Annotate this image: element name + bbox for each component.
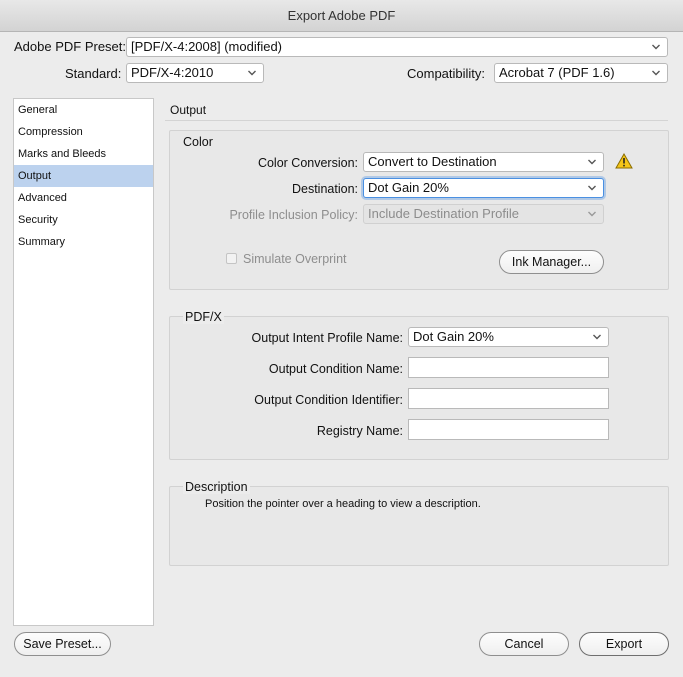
chevron-down-icon bbox=[587, 207, 597, 221]
sidebar-item-security[interactable]: Security bbox=[14, 209, 153, 231]
sidebar-item-compression[interactable]: Compression bbox=[14, 121, 153, 143]
category-sidebar: General Compression Marks and Bleeds Out… bbox=[13, 98, 154, 626]
output-intent-select[interactable]: Dot Gain 20% bbox=[408, 327, 609, 347]
standard-value: PDF/X-4:2010 bbox=[131, 65, 214, 80]
chevron-down-icon bbox=[247, 66, 257, 80]
color-group-title: Color bbox=[183, 135, 213, 149]
sidebar-item-general[interactable]: General bbox=[14, 99, 153, 121]
profile-inclusion-value: Include Destination Profile bbox=[368, 206, 520, 221]
sidebar-item-summary[interactable]: Summary bbox=[14, 231, 153, 253]
export-button[interactable]: Export bbox=[579, 632, 669, 656]
chevron-down-icon bbox=[592, 330, 602, 344]
color-conversion-select[interactable]: Convert to Destination bbox=[363, 152, 604, 172]
profile-inclusion-select[interactable]: Include Destination Profile bbox=[363, 204, 604, 224]
standard-label: Standard: bbox=[65, 66, 122, 81]
output-intent-label: Output Intent Profile Name: bbox=[251, 331, 403, 345]
output-condition-name-field[interactable] bbox=[408, 357, 609, 378]
preset-select[interactable]: [PDF/X-4:2008] (modified) bbox=[126, 37, 668, 57]
preset-label: Adobe PDF Preset: bbox=[14, 39, 126, 54]
section-divider bbox=[165, 120, 668, 121]
output-intent-value: Dot Gain 20% bbox=[413, 329, 494, 344]
sidebar-item-marks-and-bleeds[interactable]: Marks and Bleeds bbox=[14, 143, 153, 165]
export-pdf-dialog: Export Adobe PDF Adobe PDF Preset: [PDF/… bbox=[0, 0, 683, 677]
compatibility-label: Compatibility: bbox=[407, 66, 486, 81]
destination-value: Dot Gain 20% bbox=[368, 180, 449, 195]
warning-icon bbox=[615, 152, 633, 169]
window-title: Export Adobe PDF bbox=[0, 0, 683, 32]
output-condition-name-label: Output Condition Name: bbox=[268, 362, 403, 376]
simulate-overprint-checkbox[interactable] bbox=[226, 253, 237, 264]
registry-name-label: Registry Name: bbox=[316, 424, 403, 438]
simulate-overprint-label: Simulate Overprint bbox=[243, 252, 347, 266]
color-conversion-value: Convert to Destination bbox=[368, 154, 497, 169]
description-text: Position the pointer over a heading to v… bbox=[205, 498, 481, 510]
output-condition-identifier-label: Output Condition Identifier: bbox=[254, 393, 403, 407]
chevron-down-icon bbox=[651, 40, 661, 54]
preset-value: [PDF/X-4:2008] (modified) bbox=[131, 39, 283, 54]
destination-select[interactable]: Dot Gain 20% bbox=[363, 178, 604, 198]
sidebar-item-advanced[interactable]: Advanced bbox=[14, 187, 153, 209]
section-title: Output bbox=[170, 103, 207, 117]
ink-manager-button[interactable]: Ink Manager... bbox=[499, 250, 604, 274]
cancel-button[interactable]: Cancel bbox=[479, 632, 569, 656]
compatibility-select[interactable]: Acrobat 7 (PDF 1.6) bbox=[494, 63, 668, 83]
chevron-down-icon bbox=[587, 181, 597, 195]
chevron-down-icon bbox=[587, 155, 597, 169]
pdfx-group-title: PDF/X bbox=[183, 310, 224, 324]
compatibility-value: Acrobat 7 (PDF 1.6) bbox=[499, 65, 615, 80]
chevron-down-icon bbox=[651, 66, 661, 80]
save-preset-button[interactable]: Save Preset... bbox=[14, 632, 111, 656]
color-conversion-label: Color Conversion: bbox=[257, 156, 358, 170]
standard-select[interactable]: PDF/X-4:2010 bbox=[126, 63, 264, 83]
registry-name-field[interactable] bbox=[408, 419, 609, 440]
destination-label: Destination: bbox=[291, 182, 358, 196]
profile-inclusion-label: Profile Inclusion Policy: bbox=[229, 208, 358, 222]
output-condition-identifier-field[interactable] bbox=[408, 388, 609, 409]
sidebar-item-output[interactable]: Output bbox=[14, 165, 153, 187]
description-title: Description bbox=[183, 480, 250, 494]
